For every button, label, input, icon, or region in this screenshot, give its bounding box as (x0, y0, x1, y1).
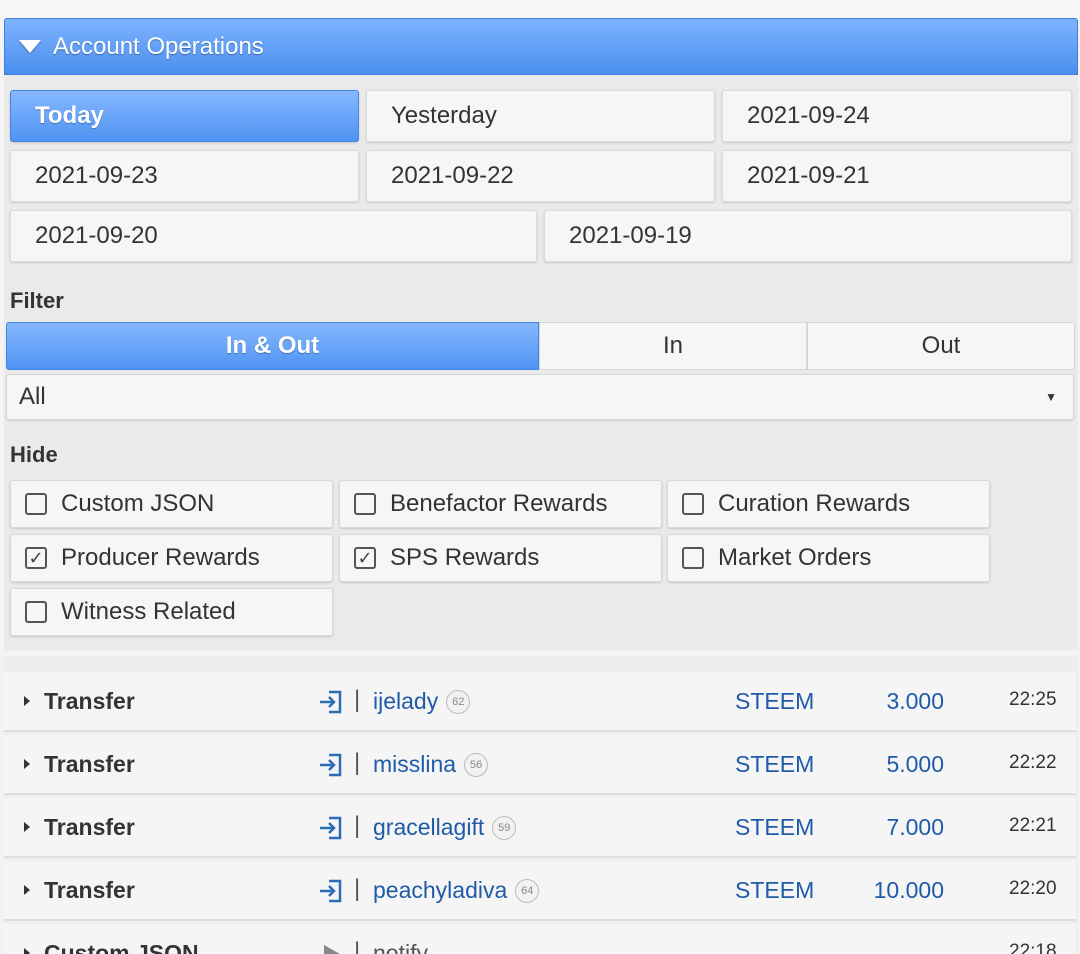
amount: 5.000 (886, 751, 944, 777)
reputation-badge: 59 (492, 815, 517, 840)
filter-in-button[interactable]: In (539, 322, 807, 370)
date-yesterday-button[interactable]: Yesterday (366, 90, 715, 142)
username[interactable]: ijelady (373, 688, 438, 715)
incoming-transfer-icon (320, 879, 342, 903)
asset-name: STEEM (735, 877, 815, 903)
amount: 10.000 (873, 877, 944, 903)
expand-arrow-icon[interactable] (24, 696, 30, 706)
checkbox-label: Producer Rewards (61, 544, 260, 571)
separator: | (354, 686, 361, 713)
operation-type: Transfer (44, 814, 135, 840)
hide-custom-json-checkbox[interactable]: Custom JSON (10, 480, 333, 528)
incoming-transfer-icon (320, 816, 342, 840)
operation-type: Transfer (44, 877, 135, 903)
hide-sps-rewards-checkbox[interactable]: ✓ SPS Rewards (339, 534, 662, 582)
operation-row[interactable]: Custom JSON | notify 22:18 (4, 924, 1076, 954)
hide-witness-related-checkbox[interactable]: Witness Related (10, 588, 333, 636)
hide-market-orders-checkbox[interactable]: Market Orders (667, 534, 990, 582)
date-button[interactable]: 2021-09-19 (544, 210, 1072, 262)
reputation-badge: 56 (464, 752, 489, 777)
filter-in-out-button[interactable]: In & Out (6, 322, 539, 370)
checkbox-unchecked-icon[interactable] (682, 493, 704, 515)
checkbox-checked-icon[interactable]: ✓ (25, 547, 47, 569)
timestamp: 22:21 (1009, 815, 1057, 836)
account-operations-header[interactable]: Account Operations (4, 18, 1078, 75)
checkbox-label: Custom JSON (61, 490, 215, 517)
user-link[interactable]: peachyladiva 64 (373, 877, 540, 904)
timestamp: 22:22 (1009, 752, 1057, 773)
separator: | (354, 812, 361, 839)
panel-title: Account Operations (53, 32, 264, 60)
hide-benefactor-rewards-checkbox[interactable]: Benefactor Rewards (339, 480, 662, 528)
operation-id: notify (373, 940, 428, 954)
operation-row[interactable]: Transfer | ijelady 62 STEEM 3.000 22:25 (4, 672, 1076, 732)
custom-json-icon (324, 945, 340, 954)
reputation-badge: 62 (446, 689, 471, 714)
operation-row[interactable]: Transfer | peachyladiva 64 STEEM 10.000 2… (4, 861, 1076, 921)
operation-row[interactable]: Transfer | gracellagift 59 STEEM 7.000 22… (4, 798, 1076, 858)
username[interactable]: misslina (373, 751, 456, 778)
checkbox-label: SPS Rewards (390, 544, 540, 571)
date-button[interactable]: 2021-09-20 (10, 210, 537, 262)
collapse-triangle-icon[interactable] (19, 40, 41, 53)
filter-label: Filter (10, 288, 64, 313)
date-today-button[interactable]: Today (10, 90, 359, 142)
incoming-transfer-icon (320, 753, 342, 777)
asset-name: STEEM (735, 688, 815, 714)
separator: | (354, 938, 361, 954)
expand-arrow-icon[interactable] (24, 822, 30, 832)
dropdown-caret-icon: ▼ (1045, 390, 1057, 404)
operation-type: Transfer (44, 688, 135, 714)
date-button[interactable]: 2021-09-23 (10, 150, 359, 202)
checkbox-unchecked-icon[interactable] (682, 547, 704, 569)
checkbox-checked-icon[interactable]: ✓ (354, 547, 376, 569)
amount: 7.000 (886, 814, 944, 840)
hide-label: Hide (10, 442, 58, 467)
checkbox-label: Benefactor Rewards (390, 490, 608, 517)
asset-name: STEEM (735, 814, 815, 840)
hide-curation-rewards-checkbox[interactable]: Curation Rewards (667, 480, 990, 528)
operation-row[interactable]: Transfer | misslina 56 STEEM 5.000 22:22 (4, 735, 1076, 795)
user-link[interactable]: gracellagift 59 (373, 814, 517, 841)
username[interactable]: peachyladiva (373, 877, 507, 904)
date-button[interactable]: 2021-09-24 (722, 90, 1072, 142)
date-button[interactable]: 2021-09-21 (722, 150, 1072, 202)
expand-arrow-icon[interactable] (24, 948, 30, 954)
operation-type: Custom JSON (44, 940, 199, 954)
checkbox-label: Witness Related (61, 598, 236, 625)
incoming-transfer-icon (320, 690, 342, 714)
amount: 3.000 (886, 688, 944, 714)
checkbox-unchecked-icon[interactable] (25, 493, 47, 515)
date-button[interactable]: 2021-09-22 (366, 150, 715, 202)
checkbox-label: Market Orders (718, 544, 872, 571)
filter-out-button[interactable]: Out (807, 322, 1075, 370)
timestamp: 22:18 (1009, 941, 1057, 954)
user-link[interactable]: ijelady 62 (373, 688, 471, 715)
expand-arrow-icon[interactable] (24, 885, 30, 895)
checkbox-label: Curation Rewards (718, 490, 911, 517)
checkbox-unchecked-icon[interactable] (25, 601, 47, 623)
top-strip (0, 0, 1080, 18)
asset-name: STEEM (735, 751, 815, 777)
select-value: All (19, 383, 46, 410)
operation-type-select[interactable]: All ▼ (6, 374, 1074, 420)
reputation-badge: 64 (515, 878, 540, 903)
timestamp: 22:25 (1009, 689, 1057, 710)
user-link[interactable]: misslina 56 (373, 751, 489, 778)
separator: | (354, 749, 361, 776)
operation-type: Transfer (44, 751, 135, 777)
expand-arrow-icon[interactable] (24, 759, 30, 769)
hide-producer-rewards-checkbox[interactable]: ✓ Producer Rewards (10, 534, 333, 582)
separator: | (354, 875, 361, 902)
checkbox-unchecked-icon[interactable] (354, 493, 376, 515)
timestamp: 22:20 (1009, 878, 1057, 899)
username[interactable]: gracellagift (373, 814, 484, 841)
